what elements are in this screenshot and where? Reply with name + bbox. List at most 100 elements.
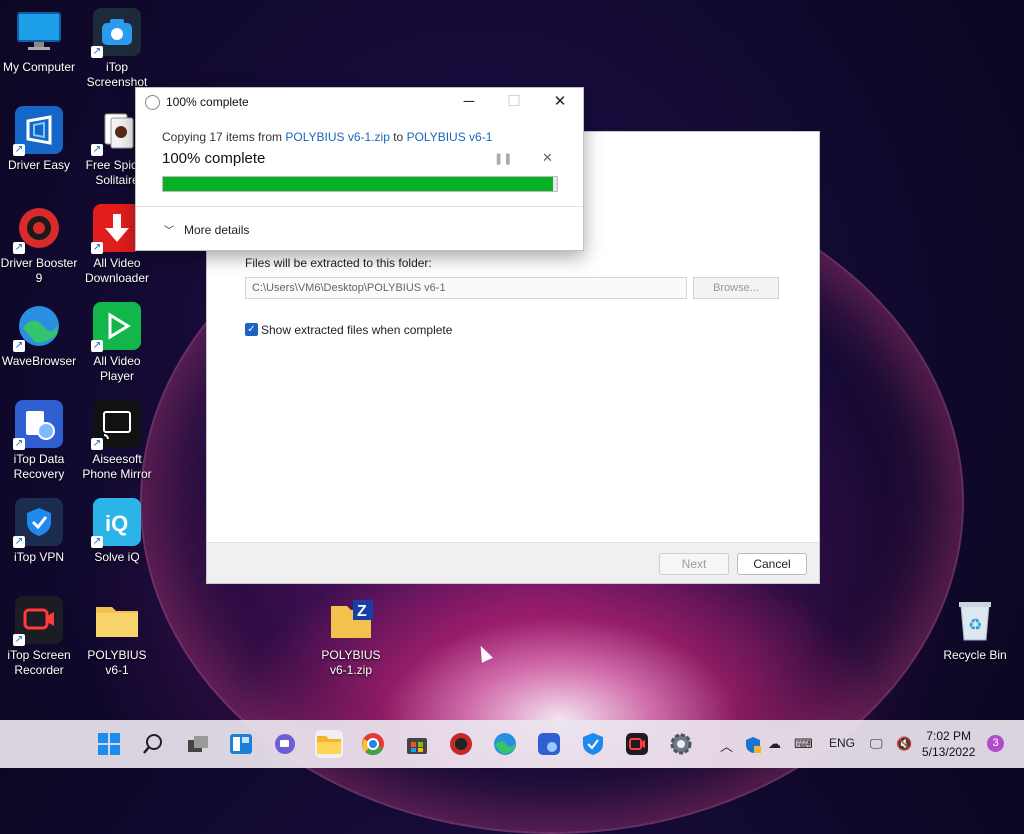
destination-path-input[interactable]: C:\Users\VM6\Desktop\POLYBIUS v6-1: [245, 277, 687, 299]
desktop-icon-label: POLYBIUS v6-1.zip: [321, 648, 381, 677]
clock-date: 5/13/2022: [922, 745, 976, 759]
desktop-recycle-bin[interactable]: ♻ Recycle Bin: [936, 596, 1014, 663]
shortcut-arrow-icon: ↗: [91, 46, 103, 58]
pause-icon[interactable]: ❚❚: [494, 152, 512, 165]
desktop-zip-polybius[interactable]: Z POLYBIUS v6-1.zip: [312, 596, 390, 678]
percent-complete-text: 100% complete: [162, 150, 266, 167]
shortcut-arrow-icon: ↗: [13, 536, 25, 548]
wavebrowser-taskbar-icon[interactable]: [491, 730, 519, 758]
cast-icon: ↗: [91, 400, 141, 450]
notification-badge[interactable]: 3: [987, 735, 1004, 752]
svg-text:♻: ♻: [968, 617, 982, 634]
zip-archive-icon: Z: [327, 596, 375, 644]
shortcut-arrow-icon: ↗: [91, 438, 103, 450]
data-recovery-icon: ↗: [13, 400, 63, 450]
source-link[interactable]: POLYBIUS v6-1.zip: [285, 130, 389, 144]
chevron-down-icon: ﹀: [164, 226, 174, 237]
search-icon[interactable]: [139, 730, 167, 758]
data-recovery-taskbar-icon[interactable]: [535, 730, 563, 758]
desktop-icon-aiseesoft-phone-mirror[interactable]: ↗ Aiseesoft Phone Mirror: [78, 400, 156, 482]
camera-icon: ↗: [91, 8, 141, 58]
chat-icon[interactable]: [271, 730, 299, 758]
recycle-bin-icon: ♻: [951, 596, 999, 644]
monitor-icon: [15, 8, 63, 56]
shortcut-arrow-icon: ↗: [91, 340, 103, 352]
keyboard-icon[interactable]: ⌨: [794, 736, 813, 752]
task-view-icon[interactable]: [184, 730, 212, 758]
desktop-icon-label: Recycle Bin: [943, 648, 1007, 662]
shortcut-arrow-icon: ↗: [13, 144, 25, 156]
copy-status-text: Copying 17 items from POLYBIUS v6-1.zip …: [162, 130, 492, 144]
store-icon[interactable]: [403, 730, 431, 758]
driver-booster-icon: ↗: [13, 204, 63, 254]
desktop-icon-label: iTop Screen Recorder: [7, 648, 71, 677]
show-files-checkbox[interactable]: ✓: [245, 323, 258, 336]
wizard-footer: Next Cancel: [207, 542, 819, 583]
play-icon: ↗: [91, 302, 141, 352]
settings-gear-icon[interactable]: [667, 730, 695, 758]
destination-link[interactable]: POLYBIUS v6-1: [407, 130, 493, 144]
screen-recorder-taskbar-icon[interactable]: [623, 730, 651, 758]
taskbar: ︿ ☁ ⌨ ENG 🖵 🔇 7:02 PM 5/13/2022 3: [0, 720, 1024, 768]
desktop-icon-label: Solve iQ: [94, 550, 140, 564]
desktop-icon-wavebrowser[interactable]: ↗ WaveBrowser: [0, 302, 78, 369]
folder-icon: [93, 596, 141, 644]
shortcut-arrow-icon: ↗: [13, 634, 25, 646]
desktop-icon-itop-screen-recorder[interactable]: ↗ iTop Screen Recorder: [0, 596, 78, 678]
shortcut-arrow-icon: ↗: [91, 144, 103, 156]
desktop-icon-label: Driver Easy: [7, 158, 70, 172]
desktop-icon-driver-booster[interactable]: ↗ Driver Booster 9: [0, 204, 78, 286]
more-details-toggle[interactable]: ﹀ More details: [164, 222, 249, 237]
volume-muted-icon[interactable]: 🔇: [896, 736, 912, 752]
browse-button[interactable]: Browse...: [693, 277, 779, 299]
copy-prefix: Copying 17 items from: [162, 130, 286, 144]
svg-text:iQ: iQ: [105, 511, 128, 536]
desktop-icon-label: iTop Data Recovery: [13, 452, 65, 481]
desktop-icon-itop-screenshot[interactable]: ↗ iTop Screenshot: [78, 8, 156, 90]
progress-bar: [162, 176, 558, 192]
dialog-titlebar[interactable]: 100% complete ─ ☐ ✕: [136, 88, 583, 116]
onedrive-cloud-icon[interactable]: ☁: [768, 736, 781, 752]
divider: [136, 206, 583, 207]
desktop-folder-polybius[interactable]: POLYBIUS v6-1: [78, 596, 156, 678]
svg-text:Z: Z: [357, 603, 367, 620]
system-clock[interactable]: 7:02 PM 5/13/2022: [922, 728, 975, 760]
vpn-shield-icon: ↗: [13, 498, 63, 548]
security-shield-icon[interactable]: [744, 736, 762, 757]
clock-time: 7:02 PM: [926, 729, 972, 743]
shortcut-arrow-icon: ↗: [91, 242, 103, 254]
show-hidden-icons-chevron-up-icon[interactable]: ︿: [720, 736, 733, 755]
input-language[interactable]: ENG: [829, 736, 855, 750]
minimize-button[interactable]: ─: [447, 91, 491, 113]
network-monitor-icon[interactable]: 🖵: [870, 736, 883, 752]
cancel-button[interactable]: Cancel: [737, 553, 807, 575]
vpn-taskbar-icon[interactable]: [579, 730, 607, 758]
copy-to: to: [389, 130, 407, 144]
chrome-icon[interactable]: [359, 730, 387, 758]
desktop-icon-label: All Video Downloader: [84, 256, 150, 285]
desktop-icon-label: iTop VPN: [13, 550, 65, 564]
widgets-icon[interactable]: [227, 730, 255, 758]
desktop-icon-label: iTop Screenshot: [86, 60, 148, 89]
desktop-icon-itop-data-recovery[interactable]: ↗ iTop Data Recovery: [0, 400, 78, 482]
desktop-icon-solve-iq[interactable]: iQ ↗ Solve iQ: [78, 498, 156, 565]
desktop-icon-all-video-player[interactable]: ↗ All Video Player: [78, 302, 156, 384]
download-arrow-icon: ↗: [91, 204, 141, 254]
close-button[interactable]: ✕: [538, 91, 582, 113]
stop-icon[interactable]: ✕: [542, 150, 553, 166]
shortcut-arrow-icon: ↗: [13, 438, 25, 450]
driver-booster-taskbar-icon[interactable]: [447, 730, 475, 758]
dialog-title: 100% complete: [166, 95, 249, 109]
destination-label: Files will be extracted to this folder:: [245, 256, 432, 270]
next-button[interactable]: Next: [659, 553, 729, 575]
desktop-icon-my-computer[interactable]: My Computer: [0, 8, 78, 75]
file-explorer-icon[interactable]: [315, 730, 343, 758]
maximize-button[interactable]: ☐: [492, 91, 536, 113]
desktop-icon-driver-easy[interactable]: ↗ Driver Easy: [0, 106, 78, 173]
progress-bar-fill: [163, 177, 554, 191]
desktop-icon-label: Driver Booster 9: [0, 256, 78, 285]
desktop-icon-itop-vpn[interactable]: ↗ iTop VPN: [0, 498, 78, 565]
copy-progress-dialog: 100% complete ─ ☐ ✕ Copying 17 items fro…: [135, 87, 584, 251]
start-button[interactable]: [95, 730, 123, 758]
show-files-label[interactable]: Show extracted files when complete: [261, 323, 452, 337]
